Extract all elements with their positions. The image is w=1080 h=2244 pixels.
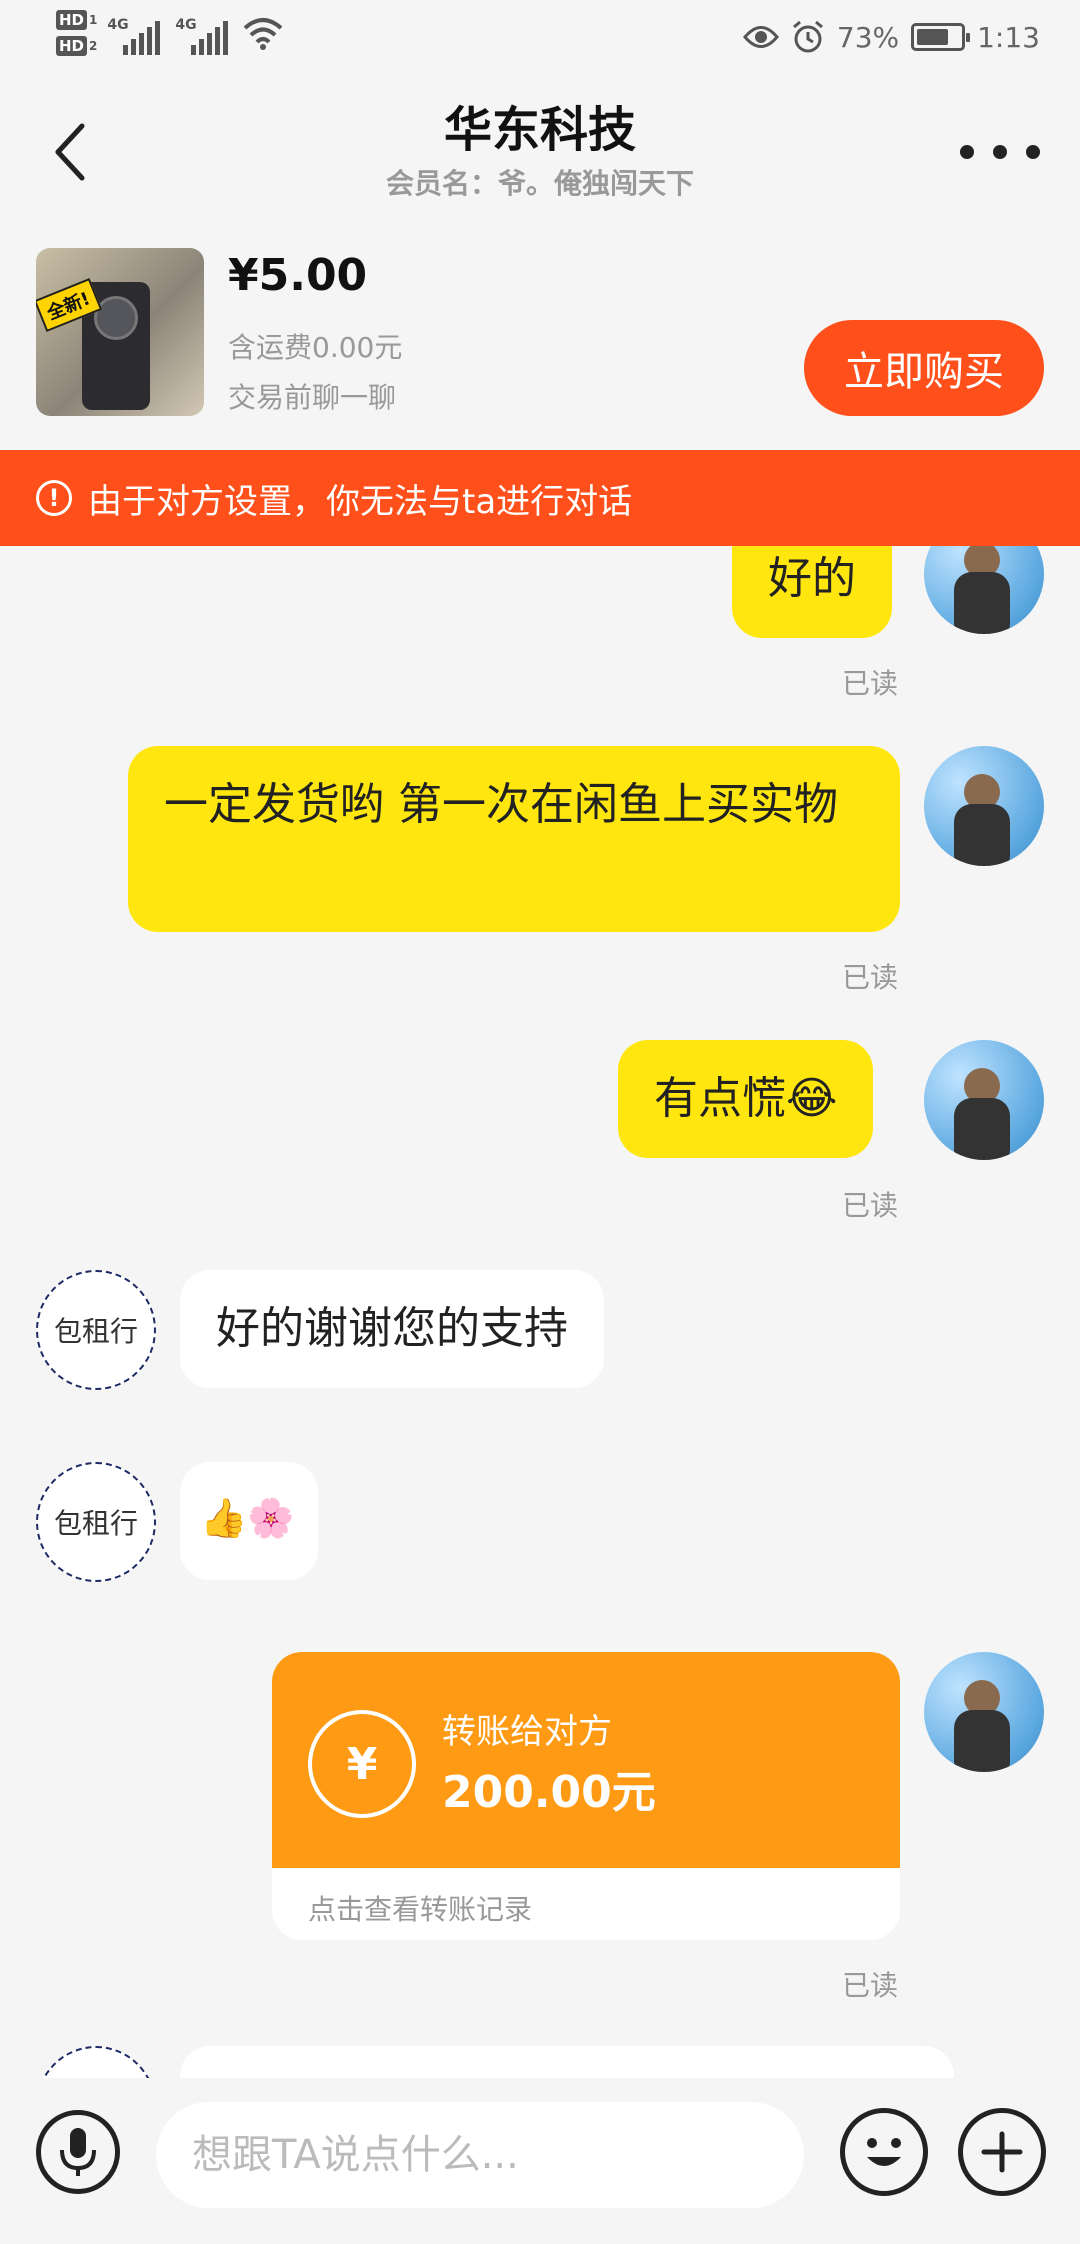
- input-bar: [0, 2078, 1080, 2244]
- avatar-label: 包租行: [53, 1315, 138, 1348]
- status-right: 73% 1:13: [742, 20, 1040, 54]
- avatar-label: 包租行: [53, 1507, 138, 1540]
- hd-indicator-2: HD 2: [56, 36, 97, 56]
- message-input[interactable]: [156, 2102, 804, 2208]
- hd-sim: 1: [89, 13, 98, 27]
- emoji-button[interactable]: [840, 2108, 928, 2196]
- dot-icon: [960, 145, 974, 159]
- transfer-header: ¥ 转账给对方 200.00元: [272, 1652, 900, 1868]
- alarm-icon: [792, 20, 823, 53]
- message-bubble-mine[interactable]: 有点慌😂: [618, 1040, 874, 1158]
- hd-label: HD: [56, 10, 88, 30]
- message-text: 有点慌: [654, 1073, 786, 1124]
- dot-icon: [993, 145, 1007, 159]
- message-bubble-mine[interactable]: 一定发货哟 第一次在闲鱼上买实物: [128, 746, 900, 932]
- wifi-icon: [244, 18, 283, 50]
- chat-header: 华东科技 会员名：爷。俺独闯天下: [0, 72, 1080, 222]
- hd-label: HD: [56, 36, 88, 56]
- dot-icon: [1026, 145, 1040, 159]
- status-bar: HD 1 HD 2 4G 4G 73% 1:13: [0, 0, 1080, 72]
- member-name: 会员名：爷。俺独闯天下: [385, 167, 694, 200]
- transfer-label: 转账给对方: [442, 1712, 612, 1752]
- avatar-shop[interactable]: 包租行: [36, 1270, 156, 1390]
- avatar[interactable]: [924, 1652, 1044, 1772]
- thumbs-up-flower-emoji: 👍🌸: [200, 1496, 295, 1540]
- add-button[interactable]: [958, 2108, 1046, 2196]
- read-receipt: 已读: [842, 1969, 899, 2002]
- voice-button[interactable]: [36, 2110, 120, 2194]
- product-thumbnail[interactable]: 全新!: [36, 248, 204, 416]
- page-title: 华东科技: [443, 102, 636, 158]
- crying-laughing-emoji: 😂: [786, 1073, 838, 1124]
- message-bubble-mine[interactable]: 好的: [732, 546, 892, 638]
- transfer-card[interactable]: ¥ 转账给对方 200.00元 点击查看转账记录: [272, 1652, 900, 1940]
- smiley-icon: [867, 2138, 901, 2166]
- hd-sim: 2: [89, 39, 98, 53]
- transfer-amount: 200.00元: [442, 1767, 656, 1818]
- chat-hint: 交易前聊一聊: [228, 381, 397, 414]
- battery-icon: [911, 23, 971, 51]
- buy-now-button[interactable]: 立即购买: [804, 320, 1044, 416]
- status-left: HD 1 HD 2 4G 4G: [56, 10, 283, 56]
- restriction-banner: ! 由于对方设置，你无法与ta进行对话: [0, 450, 1080, 546]
- product-price: ¥5.00: [228, 250, 368, 301]
- alert-icon: !: [36, 480, 72, 516]
- hd-indicator-1: HD 1: [56, 10, 97, 30]
- shipping-fee: 含运费0.00元: [228, 331, 403, 364]
- message-text: 好的谢谢您的支持: [216, 1303, 568, 1354]
- clock: 1:13: [977, 20, 1040, 54]
- plus-icon: [981, 2131, 1023, 2173]
- read-receipt: 已读: [842, 1189, 899, 1222]
- microphone-icon: [60, 2128, 96, 2176]
- message-bubble-other[interactable]: 👍🌸: [180, 1462, 318, 1580]
- avatar[interactable]: [924, 546, 1044, 634]
- banner-text: 由于对方设置，你无法与ta进行对话: [88, 481, 633, 522]
- transfer-record-link[interactable]: 点击查看转账记录: [308, 1888, 532, 1928]
- product-card[interactable]: 全新! ¥5.00 含运费0.00元 交易前聊一聊 立即购买: [0, 222, 1080, 450]
- hd-indicators: HD 1 HD 2: [56, 10, 97, 56]
- avatar[interactable]: [924, 1040, 1044, 1160]
- message-list[interactable]: 好的 已读 一定发货哟 第一次在闲鱼上买实物 已读 有点慌😂 已读 包租行 好的…: [0, 546, 1080, 2078]
- avatar-shop[interactable]: 包租行: [36, 1462, 156, 1582]
- more-options-button[interactable]: [960, 132, 1040, 172]
- signal-icon: 4G: [175, 11, 233, 55]
- yuan-transfer-icon: ¥: [308, 1710, 416, 1818]
- avatar[interactable]: [924, 746, 1044, 866]
- message-text: 一定发货哟 第一次在闲鱼上买实物: [164, 779, 838, 830]
- read-receipt: 已读: [842, 961, 899, 994]
- message-text: 好的: [768, 553, 856, 604]
- battery-percent: 73%: [836, 20, 900, 54]
- eye-icon: [742, 26, 779, 48]
- avatar-shop[interactable]: [36, 2046, 156, 2078]
- message-bubble-other[interactable]: [180, 2046, 954, 2078]
- read-receipt: 已读: [842, 667, 899, 700]
- signal-icon: 4G: [107, 11, 165, 55]
- message-bubble-other[interactable]: 好的谢谢您的支持: [180, 1270, 604, 1388]
